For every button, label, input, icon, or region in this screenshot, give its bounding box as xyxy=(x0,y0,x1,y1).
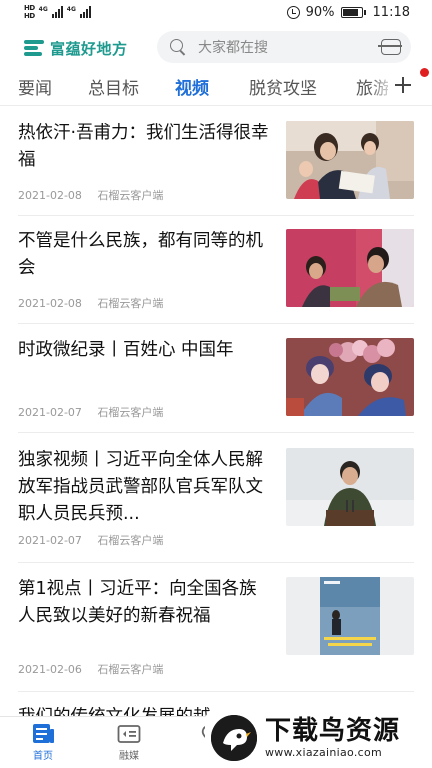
news-meta: 2021-02-06 石榴云客户端 xyxy=(18,661,163,677)
news-date: 2021-02-07 xyxy=(18,534,82,547)
news-title: 热依汗·吾甫力：我们生活得很幸福 xyxy=(18,123,269,170)
watermark-text: 下载鸟资源 www.xiazainiao.com xyxy=(265,716,400,759)
news-title: 不管是什么民族，都有同等的机会 xyxy=(18,231,263,278)
opera-performers-photo xyxy=(286,338,414,416)
tab-goal[interactable]: 总目标 xyxy=(88,74,139,99)
news-meta: 2021-02-07 石榴云客户端 xyxy=(18,532,163,548)
news-item[interactable]: 时政微纪录丨百姓心 中国年 2021-02-07 石榴云客户端 xyxy=(18,337,414,433)
search-icon xyxy=(170,39,186,55)
tab-poverty[interactable]: 脱贫攻坚 xyxy=(249,74,317,99)
network-type-1: 4G xyxy=(38,6,48,13)
scan-icon[interactable] xyxy=(378,39,402,55)
site-watermark: 下载鸟资源 www.xiazainiao.com xyxy=(205,707,432,768)
news-meta: 2021-02-07 石榴云客户端 xyxy=(18,404,163,420)
signal-icon-2 xyxy=(79,6,91,18)
bird-logo-icon xyxy=(211,714,257,761)
tab-news[interactable]: 要闻 xyxy=(18,74,52,99)
app-header: 富蕴好地方 大家都在搜 xyxy=(0,28,432,68)
app-logo[interactable]: 富蕴好地方 xyxy=(24,38,159,59)
notification-dot xyxy=(420,68,429,77)
news-title: 时政微纪录丨百姓心 中国年 xyxy=(18,340,234,360)
watermark-title: 下载鸟资源 xyxy=(265,716,401,746)
nav-media[interactable]: 融媒 xyxy=(104,723,154,762)
news-title: 独家视频丨习近平向全体人民解放军指战员武警部队官兵军队文职人员民兵预... xyxy=(18,450,263,524)
speech-podium-photo xyxy=(286,448,414,526)
nav-home-label: 首页 xyxy=(33,751,53,762)
nav-home[interactable]: 首页 xyxy=(18,723,68,762)
watermark-url: www.xiazainiao.com xyxy=(265,746,383,759)
item-divider xyxy=(18,691,414,692)
tabs-divider xyxy=(0,105,432,106)
news-item[interactable]: 第1视点丨习近平：向全国各族人民致以美好的新春祝福 2021-02-06 石榴云… xyxy=(18,576,414,676)
battery-icon xyxy=(340,6,366,18)
news-item[interactable]: 热依汗·吾甫力：我们生活得很幸福 2021-02-08 石榴云客户端 xyxy=(18,120,414,216)
network-type-2: 4G xyxy=(66,6,76,13)
family-reading-photo xyxy=(286,121,414,199)
app-screen: HD HD 4G 4G 90% 11:18 富蕴好地方 大家都在搜 要闻 总目标… xyxy=(0,0,432,768)
video-poster-photo xyxy=(286,577,414,655)
search-bar[interactable]: 大家都在搜 xyxy=(157,31,411,63)
tab-video[interactable]: 视频 xyxy=(175,74,209,99)
news-date: 2021-02-08 xyxy=(18,189,82,202)
battery-percent: 90% xyxy=(305,4,335,20)
news-date: 2021-02-07 xyxy=(18,406,82,419)
news-source: 石榴云客户端 xyxy=(97,406,164,419)
hd-indicator: HD HD xyxy=(24,4,35,20)
item-divider xyxy=(18,323,414,324)
app-name: 富蕴好地方 xyxy=(50,39,128,58)
news-meta: 2021-02-08 石榴云客户端 xyxy=(18,187,163,203)
status-bar: HD HD 4G 4G 90% 11:18 xyxy=(0,0,432,24)
news-source: 石榴云客户端 xyxy=(97,534,164,547)
news-meta: 2021-02-08 石榴云客户端 xyxy=(18,295,163,311)
alarm-icon xyxy=(286,5,300,19)
hd-top-label: HD xyxy=(24,4,35,12)
item-divider xyxy=(18,215,414,216)
clock: 11:18 xyxy=(372,4,410,20)
news-date: 2021-02-08 xyxy=(18,297,82,310)
signal-icon xyxy=(51,6,63,18)
home-icon xyxy=(31,723,55,745)
mother-child-photo xyxy=(286,229,414,307)
news-source: 石榴云客户端 xyxy=(97,297,164,310)
hd-bottom-label: HD xyxy=(24,12,35,20)
news-source: 石榴云客户端 xyxy=(97,663,164,676)
item-divider xyxy=(18,432,414,433)
category-tabs: 要闻 总目标 视频 脱贫攻坚 旅游 xyxy=(0,70,432,106)
logo-icon xyxy=(24,38,46,58)
nav-media-label: 融媒 xyxy=(119,751,139,762)
media-icon xyxy=(117,723,141,745)
status-right: 90% 11:18 xyxy=(286,4,410,20)
item-divider xyxy=(18,562,414,563)
plus-icon[interactable] xyxy=(394,76,412,94)
signal-group: HD HD 4G 4G xyxy=(24,4,91,20)
news-item[interactable]: 独家视频丨习近平向全体人民解放军指战员武警部队官兵军队文职人员民兵预... 20… xyxy=(18,447,414,567)
news-title: 第1视点丨习近平：向全国各族人民致以美好的新春祝福 xyxy=(18,579,257,626)
news-source: 石榴云客户端 xyxy=(97,189,164,202)
news-date: 2021-02-06 xyxy=(18,663,82,676)
tab-fade xyxy=(368,70,396,104)
news-item[interactable]: 不管是什么民族，都有同等的机会 2021-02-08 石榴云客户端 xyxy=(18,228,414,324)
search-placeholder: 大家都在搜 xyxy=(198,40,268,56)
